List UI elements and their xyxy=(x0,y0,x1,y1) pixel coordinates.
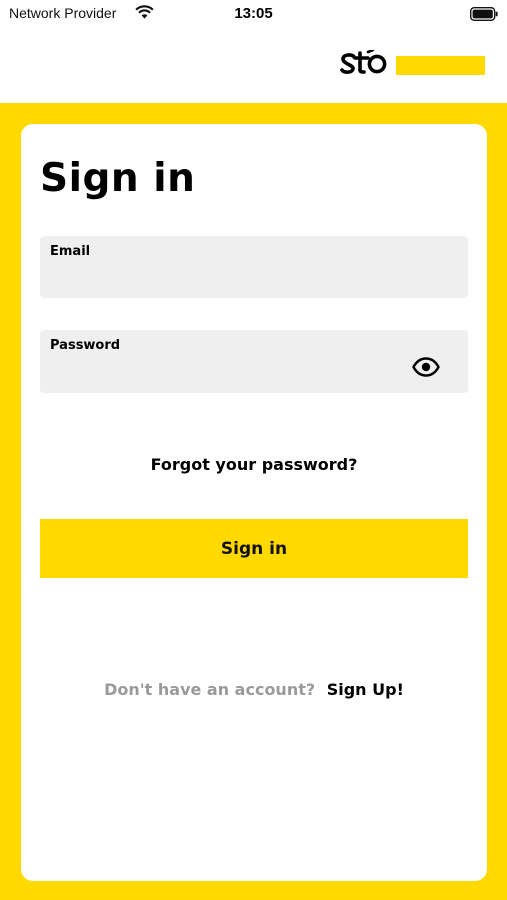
password-input[interactable] xyxy=(50,358,400,384)
signup-prompt: Don't have an account? xyxy=(104,680,316,699)
battery-icon xyxy=(470,7,498,21)
signup-row: Don't have an account? Sign Up! xyxy=(21,680,487,699)
forgot-password-link[interactable]: Forgot your password? xyxy=(21,455,487,474)
app-header xyxy=(0,30,507,103)
email-field[interactable]: Email xyxy=(40,236,468,298)
password-label: Password xyxy=(50,338,121,353)
page-title: Sign in xyxy=(40,156,196,201)
status-time: 13:05 xyxy=(234,5,273,22)
sto-logo-icon xyxy=(340,50,485,75)
brand-background: Sign in Email Password Forgot your passw… xyxy=(0,103,507,900)
password-field[interactable]: Password xyxy=(40,330,468,393)
email-label: Email xyxy=(50,244,91,259)
email-input[interactable] xyxy=(50,264,400,290)
status-bar: Network Provider 13:05 xyxy=(0,0,507,30)
sign-up-link[interactable]: Sign Up! xyxy=(327,680,404,699)
sign-in-button[interactable]: Sign in xyxy=(40,519,468,578)
eye-icon[interactable] xyxy=(412,357,440,377)
signin-card: Sign in Email Password Forgot your passw… xyxy=(21,124,487,881)
